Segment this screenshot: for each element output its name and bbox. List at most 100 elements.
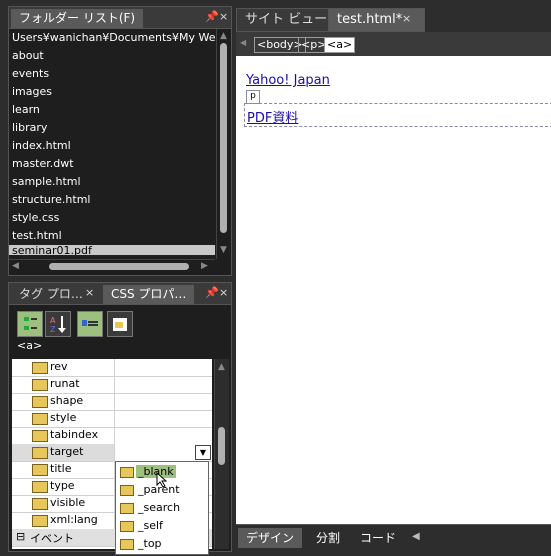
folder-panel-tab[interactable]: フォルダー リスト(F) bbox=[11, 9, 144, 28]
breadcrumb-a[interactable]: <a> bbox=[324, 37, 356, 53]
link-yahoo-japan[interactable]: Yahoo! Japan bbox=[246, 73, 330, 88]
folder-tree: Users¥wanichan¥Documents¥My Web S about … bbox=[9, 29, 215, 259]
file-item-index[interactable]: index.html bbox=[9, 137, 215, 155]
file-item-test[interactable]: test.html bbox=[9, 227, 215, 245]
scroll-up-arrow-icon[interactable]: ▲ bbox=[218, 362, 225, 372]
property-row-tabindex[interactable]: tabindex bbox=[12, 427, 212, 445]
tagbar-left-arrow-icon[interactable]: ◀ bbox=[240, 38, 246, 47]
folder-list-panel: フォルダー リスト(F) 📌 × Users¥wanichan¥Document… bbox=[8, 6, 232, 276]
folder-item-about[interactable]: about bbox=[9, 47, 215, 65]
paragraph-marker: p bbox=[246, 90, 260, 104]
scroll-left-arrow-icon[interactable]: ◀ bbox=[12, 261, 19, 271]
property-icon bbox=[32, 430, 48, 442]
property-name: tabindex bbox=[50, 428, 99, 441]
tag-panel-header: タグ プロ… × CSS プロパ… 📌 × bbox=[9, 283, 231, 305]
folder-item-events[interactable]: events bbox=[9, 65, 215, 83]
property-value-field[interactable] bbox=[114, 376, 212, 393]
tab-css-properties[interactable]: CSS プロパ… bbox=[103, 285, 195, 304]
file-item-seminar[interactable]: seminar01.pdf bbox=[9, 245, 215, 255]
tab-tag-properties[interactable]: タグ プロ… bbox=[11, 285, 91, 304]
show-set-properties-button[interactable] bbox=[77, 311, 103, 337]
option-top[interactable]: _top bbox=[116, 535, 208, 553]
document-editor: サイト ビュー test.html* × ◀ <body> <p> <a> Ya… bbox=[236, 6, 551, 551]
folder-vertical-scrollbar[interactable]: ▲ ▼ bbox=[216, 29, 231, 259]
horizontal-scroll-thumb[interactable] bbox=[49, 263, 189, 270]
property-icon bbox=[120, 521, 134, 532]
property-name: visible bbox=[50, 496, 86, 509]
tab-close-icon[interactable]: × bbox=[402, 12, 411, 25]
file-item-master[interactable]: master.dwt bbox=[9, 155, 215, 173]
selected-paragraph[interactable]: PDF資料 bbox=[244, 103, 551, 127]
property-icon bbox=[32, 379, 48, 391]
property-value-field[interactable] bbox=[114, 393, 212, 410]
current-tag-label: <a> bbox=[17, 339, 43, 352]
property-name: type bbox=[50, 479, 75, 492]
property-icon bbox=[120, 503, 134, 514]
folder-path: Users¥wanichan¥Documents¥My Web S bbox=[12, 31, 215, 44]
property-row-style[interactable]: style bbox=[12, 410, 212, 428]
sort-az-icon: AZ bbox=[50, 316, 66, 334]
property-icon bbox=[32, 413, 48, 425]
target-value-select[interactable]: ▼ bbox=[114, 444, 212, 461]
property-name: target bbox=[50, 445, 84, 458]
property-grid-scrollbar[interactable]: ▲ bbox=[214, 359, 229, 549]
property-icon bbox=[32, 396, 48, 408]
property-row-rev[interactable]: rev bbox=[12, 359, 212, 377]
dropdown-arrow-icon[interactable]: ▼ bbox=[195, 445, 211, 460]
property-icon bbox=[32, 464, 48, 476]
sort-alphabetical-button[interactable]: AZ bbox=[45, 311, 71, 337]
file-item-structure[interactable]: structure.html bbox=[9, 191, 215, 209]
pin-icon[interactable]: 📌 bbox=[205, 286, 219, 299]
document-tabs: サイト ビュー test.html* × bbox=[236, 6, 551, 32]
tag-properties-button[interactable] bbox=[107, 311, 133, 337]
property-name: style bbox=[50, 411, 77, 424]
property-name: shape bbox=[50, 394, 84, 407]
property-icon bbox=[32, 362, 48, 374]
quick-tag-selector: ◀ <body> <p> <a> bbox=[236, 32, 551, 57]
categorized-view-button[interactable] bbox=[17, 311, 43, 337]
option-search[interactable]: _search bbox=[116, 499, 208, 517]
property-name: runat bbox=[50, 377, 80, 390]
svg-text:Z: Z bbox=[50, 325, 56, 334]
collapse-toggle-icon[interactable]: ⊟ bbox=[16, 530, 25, 543]
property-row-runat[interactable]: runat bbox=[12, 376, 212, 394]
file-item-sample[interactable]: sample.html bbox=[9, 173, 215, 191]
scroll-thumb[interactable] bbox=[218, 427, 225, 465]
pin-icon[interactable]: 📌 bbox=[205, 10, 219, 23]
property-value-field[interactable] bbox=[114, 359, 212, 376]
property-row-shape[interactable]: shape bbox=[12, 393, 212, 411]
scroll-left-arrow-icon[interactable]: ◀ bbox=[412, 531, 420, 542]
tab-design-view[interactable]: デザイン bbox=[238, 528, 303, 548]
close-icon[interactable]: × bbox=[219, 10, 228, 23]
tab-code-view[interactable]: コード bbox=[352, 528, 404, 548]
scroll-thumb[interactable] bbox=[220, 43, 227, 233]
folder-item-images[interactable]: images bbox=[9, 83, 215, 101]
property-row-target[interactable]: target ▼ bbox=[12, 444, 212, 462]
tag-icon bbox=[113, 318, 127, 331]
property-value-field[interactable] bbox=[114, 427, 212, 444]
folder-panel-header: フォルダー リスト(F) 📌 × bbox=[9, 7, 231, 29]
folder-item-library[interactable]: library bbox=[9, 119, 215, 137]
target-dropdown-list: _blank _parent _search _self _top bbox=[115, 461, 209, 555]
folder-item-learn[interactable]: learn bbox=[9, 101, 215, 119]
link-pdf-document[interactable]: PDF資料 bbox=[247, 107, 298, 126]
design-canvas[interactable]: Yahoo! Japan p PDF資料 bbox=[236, 56, 551, 524]
option-self[interactable]: _self bbox=[116, 517, 208, 535]
property-name: xml:lang bbox=[50, 513, 98, 526]
property-icon bbox=[32, 515, 48, 527]
folder-horizontal-scrollbar[interactable]: ◀ ▶ bbox=[9, 259, 215, 274]
list-properties-icon bbox=[82, 320, 98, 326]
property-icon bbox=[120, 485, 134, 496]
property-name: title bbox=[50, 462, 72, 475]
file-item-style[interactable]: style.css bbox=[9, 209, 215, 227]
property-value-field[interactable] bbox=[114, 410, 212, 427]
scroll-right-arrow-icon[interactable]: ▶ bbox=[201, 261, 208, 271]
scroll-up-arrow-icon[interactable]: ▲ bbox=[220, 31, 227, 41]
tab-close-icon[interactable]: × bbox=[85, 286, 94, 299]
tab-site-view[interactable]: サイト ビュー bbox=[236, 8, 337, 32]
tab-split-view[interactable]: 分割 bbox=[308, 528, 348, 548]
scroll-down-arrow-icon[interactable]: ▼ bbox=[220, 245, 227, 255]
tab-label: test.html* bbox=[337, 12, 403, 27]
close-icon[interactable]: × bbox=[219, 286, 228, 299]
categorized-icon bbox=[24, 317, 37, 330]
